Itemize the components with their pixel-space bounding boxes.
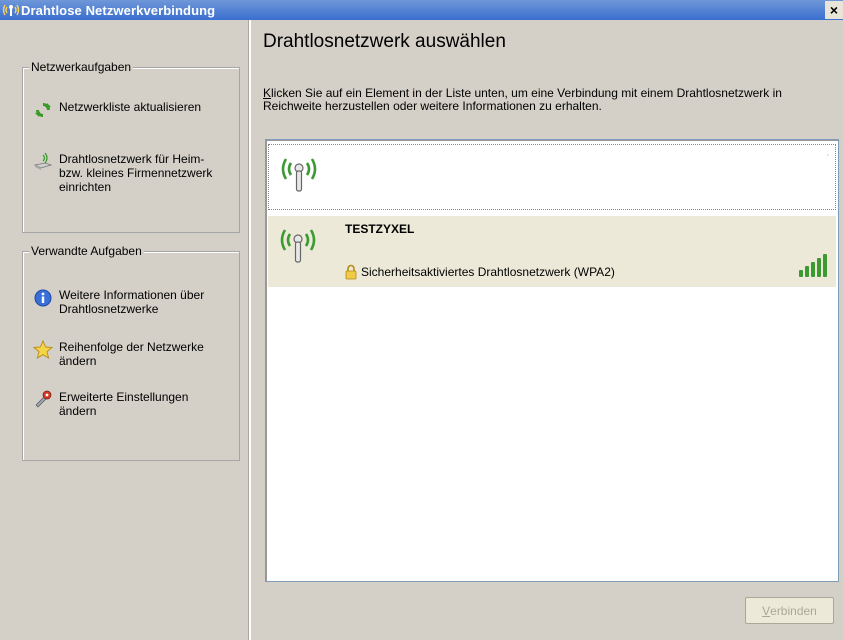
instructions-accesskey: K (263, 86, 272, 100)
setup-wireless-network-label: Drahtlosnetzwerk für Heim- bzw. kleines … (59, 152, 213, 194)
scroll-marker: · (826, 151, 829, 160)
refresh-network-list-link[interactable]: Netzwerkliste aktualisieren (33, 100, 201, 120)
close-button[interactable]: × (825, 1, 843, 19)
more-info-link[interactable]: Weitere Informationen über Drahtlosnetzw… (33, 288, 219, 316)
instructions-body: licken Sie auf ein Element in der Liste … (263, 86, 782, 113)
change-network-order-label: Reihenfolge der Netzwerke ändern (59, 340, 204, 368)
connect-label: erbinden (770, 603, 817, 618)
related-tasks-legend: Verwandte Aufgaben (29, 244, 144, 258)
network-name: TESTZYXEL (345, 222, 415, 236)
lock-icon (345, 264, 357, 280)
setup-wireless-network-link[interactable]: Drahtlosnetzwerk für Heim- bzw. kleines … (33, 152, 231, 194)
star-icon (32, 339, 54, 360)
network-list-item[interactable]: · (268, 144, 836, 210)
advanced-settings-link[interactable]: Erweiterte Einstellungen ändern (33, 390, 219, 418)
refresh-network-list-label: Netzwerkliste aktualisieren (59, 100, 202, 114)
wireless-network-icon (2, 2, 20, 18)
wireless-setup-icon (33, 152, 53, 172)
network-security: Sicherheitsaktiviertes Drahtlosnetzwerk … (345, 264, 615, 280)
change-network-order-link[interactable]: Reihenfolge der Netzwerke ändern (32, 339, 219, 368)
wireless-antenna-icon (278, 222, 318, 268)
more-info-label: Weitere Informationen über Drahtlosnetzw… (59, 288, 205, 316)
signal-strength-icon (798, 252, 828, 278)
network-tasks-legend: Netzwerkaufgaben (29, 60, 134, 74)
network-security-label: Sicherheitsaktiviertes Drahtlosnetzwerk … (361, 265, 615, 279)
network-list[interactable]: · TESTZYXEL Sicherheitsaktiviertes Draht… (265, 139, 839, 582)
title-bar[interactable]: Drahtlose Netzwerkverbindung × (0, 0, 843, 20)
related-tasks-group: Verwandte Aufgaben Weitere Informationen… (22, 244, 240, 461)
page-title: Drahtlosnetzwerk auswählen (263, 31, 506, 52)
panel-divider (248, 20, 251, 640)
window-title: Drahtlose Netzwerkverbindung (21, 2, 216, 18)
network-tasks-group: Netzwerkaufgaben Netzwerkliste aktualisi… (22, 60, 240, 233)
connect-button[interactable]: Verbinden (745, 597, 834, 624)
sidebar: Netzwerkaufgaben Netzwerkliste aktualisi… (6, 20, 248, 640)
connect-accesskey: V (762, 603, 771, 618)
refresh-icon (33, 100, 53, 120)
info-icon (33, 288, 53, 308)
wireless-antenna-icon (279, 151, 319, 197)
settings-icon (33, 390, 53, 410)
network-list-item[interactable]: TESTZYXEL Sicherheitsaktiviertes Drahtlo… (268, 216, 836, 287)
instructions-text: Klicken Sie auf ein Element in der Liste… (263, 87, 833, 113)
advanced-settings-label: Erweiterte Einstellungen ändern (59, 390, 189, 418)
